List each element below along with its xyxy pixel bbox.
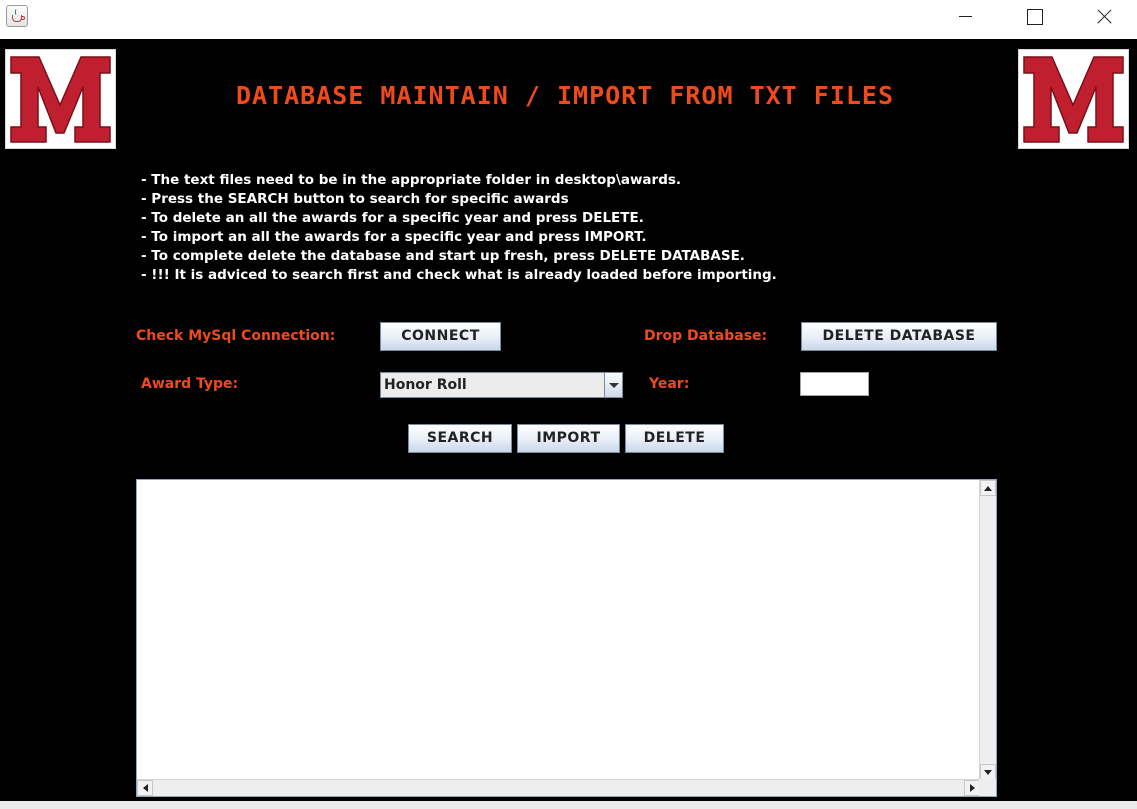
m-logo-icon — [10, 56, 111, 143]
m-logo-icon — [1023, 56, 1124, 143]
delete-button[interactable]: DELETE — [625, 424, 724, 453]
mysql-connection-label: Check MySql Connection: — [136, 328, 336, 344]
scroll-left-arrow-icon[interactable] — [137, 780, 153, 796]
import-button[interactable]: IMPORT — [517, 424, 620, 453]
instruction-line: - The text files need to be in the appro… — [141, 172, 682, 188]
school-logo-left — [5, 49, 116, 149]
year-label: Year: — [649, 376, 690, 392]
instruction-line: - !!! It is adviced to search first and … — [141, 267, 777, 283]
instruction-line: - To delete an all the awards for a spec… — [141, 210, 644, 226]
search-button[interactable]: SEARCH — [408, 424, 512, 453]
scrollbar-corner — [979, 779, 996, 796]
instruction-line: - Press the SEARCH button to search for … — [141, 191, 569, 207]
close-icon[interactable] — [1081, 0, 1127, 32]
maximize-icon[interactable] — [1012, 0, 1058, 32]
window-bottom-edge — [0, 801, 1137, 809]
output-scroll-pane — [136, 479, 997, 797]
connect-button[interactable]: CONNECT — [380, 322, 501, 351]
output-text-area[interactable] — [137, 480, 980, 780]
java-app-icon — [6, 5, 28, 27]
scroll-down-arrow-icon[interactable] — [980, 764, 996, 780]
chevron-down-icon[interactable] — [604, 373, 622, 397]
drop-database-label: Drop Database: — [644, 328, 768, 344]
main-panel: DATABASE MAINTAIN / IMPORT FROM TXT FILE… — [0, 39, 1137, 801]
school-logo-right — [1018, 49, 1129, 149]
delete-database-button[interactable]: DELETE DATABASE — [801, 322, 997, 351]
year-input[interactable] — [800, 372, 869, 396]
instruction-line: - To import an all the awards for a spec… — [141, 229, 647, 245]
window-title-bar — [0, 0, 1137, 39]
scroll-up-arrow-icon[interactable] — [980, 480, 996, 496]
scroll-right-arrow-icon[interactable] — [964, 780, 980, 796]
horizontal-scrollbar[interactable] — [137, 779, 980, 796]
instructions-block: - The text files need to be in the appro… — [141, 171, 777, 285]
award-type-select[interactable]: Honor Roll — [380, 372, 623, 398]
award-type-value: Honor Roll — [384, 377, 467, 393]
instruction-line: - To complete delete the database and st… — [141, 248, 745, 264]
page-title: DATABASE MAINTAIN / IMPORT FROM TXT FILE… — [235, 81, 895, 110]
vertical-scrollbar[interactable] — [979, 480, 996, 780]
award-type-label: Award Type: — [141, 376, 239, 392]
minimize-icon[interactable] — [943, 0, 989, 32]
